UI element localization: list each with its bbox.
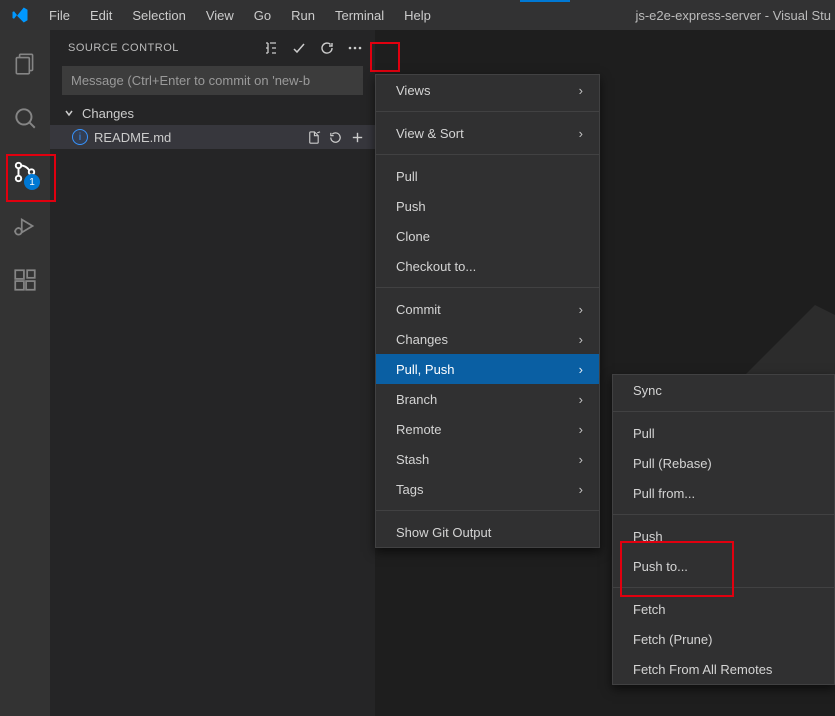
menu-file[interactable]: File [40,4,79,27]
chevron-right-icon: › [579,302,583,317]
submenu-pull-from[interactable]: Pull from... [613,478,834,508]
discard-changes-icon[interactable] [325,127,345,147]
menu-branch[interactable]: Branch› [376,384,599,414]
menu-pull[interactable]: Pull [376,161,599,191]
activity-debug[interactable] [0,202,50,250]
menu-views[interactable]: Views› [376,75,599,105]
submenu-fetch-prune[interactable]: Fetch (Prune) [613,624,834,654]
menu-go[interactable]: Go [245,4,280,27]
modified-info-icon: i [72,129,88,145]
activity-source-control[interactable]: 1 [0,148,50,196]
open-file-icon[interactable] [303,127,323,147]
menu-view-sort[interactable]: View & Sort› [376,118,599,148]
activity-explorer[interactable] [0,40,50,88]
submenu-fetch[interactable]: Fetch [613,594,834,624]
submenu-pull-rebase[interactable]: Pull (Rebase) [613,448,834,478]
changed-file-row[interactable]: i README.md [50,125,375,149]
chevron-right-icon: › [579,452,583,467]
refresh-icon[interactable] [313,34,341,62]
chevron-right-icon: › [579,126,583,141]
submenu-push-to[interactable]: Push to... [613,551,834,581]
submenu-fetch-all[interactable]: Fetch From All Remotes [613,654,834,684]
changes-section[interactable]: Changes [50,101,375,125]
more-actions-icon[interactable] [341,34,369,62]
view-as-tree-icon[interactable] [257,34,285,62]
activity-search[interactable] [0,94,50,142]
menu-help[interactable]: Help [395,4,440,27]
scm-badge: 1 [24,174,40,190]
menu-edit[interactable]: Edit [81,4,121,27]
chevron-right-icon: › [579,332,583,347]
submenu-sync[interactable]: Sync [613,375,834,405]
menu-stash[interactable]: Stash› [376,444,599,474]
file-name: README.md [94,130,297,145]
menu-run[interactable]: Run [282,4,324,27]
chevron-right-icon: › [579,422,583,437]
section-label: Changes [82,106,134,121]
menu-show-git-output[interactable]: Show Git Output [376,517,599,547]
vscode-logo [8,3,32,27]
title-bar: File Edit Selection View Go Run Terminal… [0,0,835,30]
panel-header: SOURCE CONTROL [50,30,375,66]
window-title: js-e2e-express-server - Visual Stu [635,8,835,23]
chevron-right-icon: › [579,392,583,407]
submenu-pull[interactable]: Pull [613,418,834,448]
chevron-right-icon: › [579,482,583,497]
menu-clone[interactable]: Clone [376,221,599,251]
menu-terminal[interactable]: Terminal [326,4,393,27]
panel-title: SOURCE CONTROL [68,42,179,54]
menu-checkout[interactable]: Checkout to... [376,251,599,281]
menu-push[interactable]: Push [376,191,599,221]
chevron-down-icon [62,106,76,120]
activity-bar: 1 [0,30,50,716]
scm-more-menu: Views› View & Sort› Pull Push Clone Chec… [375,74,600,548]
submenu-push[interactable]: Push [613,521,834,551]
menu-selection[interactable]: Selection [123,4,194,27]
menu-view[interactable]: View [197,4,243,27]
chevron-right-icon: › [579,83,583,98]
menu-changes[interactable]: Changes› [376,324,599,354]
menu-tags[interactable]: Tags› [376,474,599,504]
pull-push-submenu: Sync Pull Pull (Rebase) Pull from... Pus… [612,374,835,685]
menu-pull-push[interactable]: Pull, Push› [376,354,599,384]
menu-commit[interactable]: Commit› [376,294,599,324]
activity-extensions[interactable] [0,256,50,304]
menu-remote[interactable]: Remote› [376,414,599,444]
commit-message-input[interactable]: Message (Ctrl+Enter to commit on 'new-b [62,66,363,95]
chevron-right-icon: › [579,362,583,377]
commit-icon[interactable] [285,34,313,62]
source-control-panel: SOURCE CONTROL Message (Ctrl+Enter to co… [50,30,375,716]
stage-changes-icon[interactable] [347,127,367,147]
